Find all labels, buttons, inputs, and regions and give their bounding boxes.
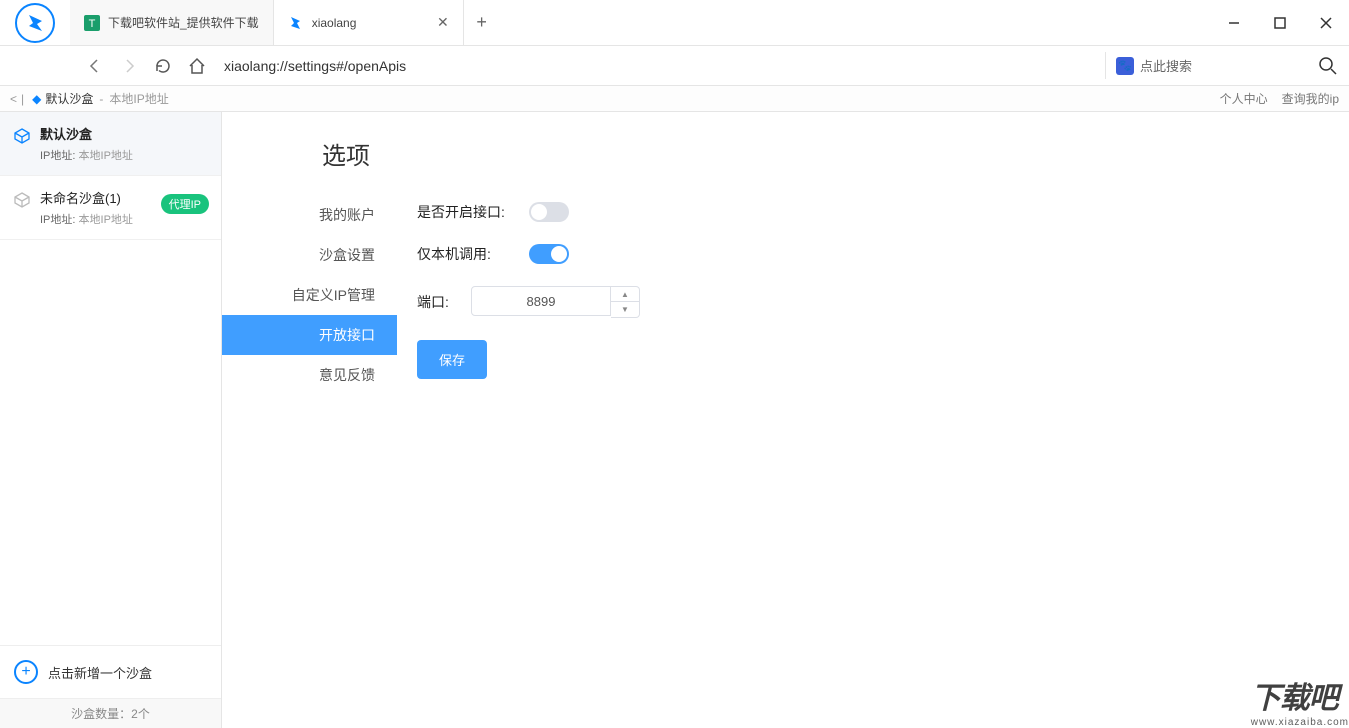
- settings-nav: 选项 我的账户 沙盒设置 自定义IP管理 开放接口 意见反馈: [222, 132, 397, 728]
- close-icon[interactable]: ✕: [437, 14, 449, 31]
- nav-feedback[interactable]: 意见反馈: [222, 355, 397, 395]
- save-button[interactable]: 保存: [417, 340, 487, 379]
- sandbox-item-1[interactable]: 未命名沙盒(1) IP地址: 本地IP地址 代理IP: [0, 176, 221, 240]
- maximize-button[interactable]: [1257, 0, 1303, 45]
- main: 默认沙盒 IP地址: 本地IP地址 未命名沙盒(1) IP地址: 本地IP地址 …: [0, 112, 1349, 728]
- breadcrumb-name[interactable]: 默认沙盒: [45, 90, 93, 107]
- cube-icon: [14, 128, 30, 144]
- row-port: 端口: ▲ ▼: [417, 286, 1349, 318]
- chevron-left-icon[interactable]: <: [10, 92, 17, 106]
- nav-custom-ip[interactable]: 自定义IP管理: [222, 275, 397, 315]
- page-title: 选项: [222, 132, 397, 195]
- nav-open-api[interactable]: 开放接口: [222, 315, 397, 355]
- close-window-button[interactable]: [1303, 0, 1349, 45]
- home-button[interactable]: [186, 55, 208, 77]
- site-icon: T: [84, 15, 100, 31]
- port-input[interactable]: [471, 286, 611, 316]
- breadcrumb: < | ◆ 默认沙盒 - 本地IP地址 个人中心 查询我的ip: [0, 86, 1349, 112]
- local-only-label: 仅本机调用:: [417, 244, 517, 264]
- address-bar: 🐾 点此搜索: [0, 46, 1349, 86]
- cube-icon: ◆: [32, 92, 41, 106]
- ip-value: 本地IP地址: [79, 150, 133, 162]
- reload-button[interactable]: [152, 55, 174, 77]
- sandbox-list: 默认沙盒 IP地址: 本地IP地址 未命名沙盒(1) IP地址: 本地IP地址 …: [0, 112, 221, 645]
- port-step-down[interactable]: ▼: [611, 302, 639, 317]
- app-icon: [288, 15, 304, 31]
- port-input-wrap: ▲ ▼: [471, 286, 640, 318]
- sidebar: 默认沙盒 IP地址: 本地IP地址 未命名沙盒(1) IP地址: 本地IP地址 …: [0, 112, 222, 728]
- nav-sandbox-settings[interactable]: 沙盒设置: [222, 235, 397, 275]
- ip-label: IP地址:: [40, 150, 75, 162]
- row-save: 保存: [417, 340, 1349, 379]
- ip-value: 本地IP地址: [79, 214, 133, 226]
- enable-api-label: 是否开启接口:: [417, 202, 517, 222]
- link-profile[interactable]: 个人中心: [1220, 90, 1268, 107]
- footer-label: 沙盒数量：: [71, 707, 131, 721]
- nav-my-account[interactable]: 我的账户: [222, 195, 397, 235]
- tab-1[interactable]: xiaolang ✕: [274, 0, 464, 45]
- row-enable-api: 是否开启接口:: [417, 202, 1349, 222]
- title-bar: T 下载吧软件站_提供软件下载 xiaolang ✕ +: [0, 0, 1349, 46]
- port-step-up[interactable]: ▲: [611, 287, 639, 302]
- sandbox-name: 默认沙盒: [40, 124, 207, 143]
- new-tab-button[interactable]: +: [464, 0, 500, 45]
- port-label: 端口:: [417, 292, 459, 312]
- divider-icon: |: [21, 92, 24, 106]
- local-only-toggle[interactable]: [529, 244, 569, 264]
- tab-title: xiaolang: [312, 16, 429, 30]
- ip-label: IP地址:: [40, 214, 75, 226]
- svg-text:T: T: [89, 18, 96, 30]
- sandbox-item-0[interactable]: 默认沙盒 IP地址: 本地IP地址: [0, 112, 221, 176]
- sidebar-footer: 沙盒数量：2个: [0, 698, 221, 728]
- settings-body: 是否开启接口: 仅本机调用: 端口: ▲ ▼ 保存: [397, 132, 1349, 728]
- minimize-button[interactable]: [1211, 0, 1257, 45]
- back-button[interactable]: [84, 55, 106, 77]
- port-steppers: ▲ ▼: [611, 286, 640, 318]
- breadcrumb-sep: -: [99, 92, 103, 106]
- sandbox-ip-row: IP地址: 本地IP地址: [40, 147, 207, 163]
- breadcrumb-right: 个人中心 查询我的ip: [1220, 90, 1339, 107]
- tab-0[interactable]: T 下载吧软件站_提供软件下载: [70, 0, 274, 45]
- plus-icon: +: [14, 660, 38, 684]
- content: 选项 我的账户 沙盒设置 自定义IP管理 开放接口 意见反馈 是否开启接口: 仅…: [222, 112, 1349, 728]
- url-input[interactable]: [220, 54, 1093, 78]
- search-engine-icon: 🐾: [1116, 57, 1134, 75]
- tabs-row: T 下载吧软件站_提供软件下载 xiaolang ✕ +: [70, 0, 1211, 45]
- proxy-badge: 代理IP: [161, 194, 209, 214]
- app-logo: [0, 0, 70, 45]
- search-placeholder: 点此搜索: [1140, 56, 1192, 75]
- settings-nav-list: 我的账户 沙盒设置 自定义IP管理 开放接口 意见反馈: [222, 195, 397, 395]
- link-query-ip[interactable]: 查询我的ip: [1282, 90, 1339, 107]
- search-icon[interactable]: [1317, 55, 1339, 77]
- window-controls: [1211, 0, 1349, 45]
- search-box[interactable]: 🐾 点此搜索: [1105, 52, 1305, 79]
- tab-title: 下载吧软件站_提供软件下载: [108, 14, 259, 31]
- enable-api-toggle[interactable]: [529, 202, 569, 222]
- cube-icon: [14, 192, 30, 208]
- add-sandbox-label: 点击新增一个沙盒: [48, 663, 152, 682]
- add-sandbox-button[interactable]: + 点击新增一个沙盒: [0, 645, 221, 698]
- footer-count: 2个: [131, 707, 150, 721]
- breadcrumb-ip: 本地IP地址: [109, 90, 168, 107]
- row-local-only: 仅本机调用:: [417, 244, 1349, 264]
- forward-button[interactable]: [118, 55, 140, 77]
